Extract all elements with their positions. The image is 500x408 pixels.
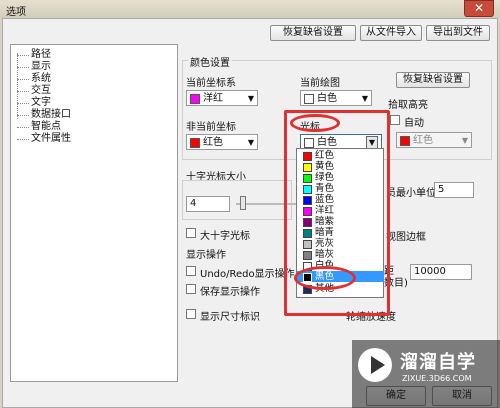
- big-cursor-checkbox[interactable]: [186, 228, 196, 238]
- red-highlight-oval-black: [294, 266, 356, 290]
- current-coord-label: 当前坐标系: [186, 78, 236, 89]
- viewport-border-label: 视图边框: [386, 232, 426, 243]
- pick-highlight-label: 拾取高亮: [388, 100, 428, 111]
- restore-defaults-top-button[interactable]: 恢复缺省设置: [270, 25, 356, 41]
- size-marks-label: 显示尺寸标识: [200, 312, 260, 323]
- tree-connector: [17, 53, 18, 119]
- close-button[interactable]: ✕: [464, 0, 494, 17]
- color-settings-title: 颜色设置: [188, 54, 232, 69]
- undo-redo-label: Undo/Redo显示操作: [200, 269, 295, 280]
- noncurrent-coord-label: 非当前坐标: [186, 122, 236, 133]
- current-plot-value: 白色: [317, 93, 337, 104]
- size-marks-checkbox[interactable]: [186, 309, 196, 319]
- magenta-swatch-icon: [190, 94, 200, 104]
- big-cursor-label: 大十字光标: [200, 231, 250, 242]
- current-plot-combo[interactable]: 白色 ▼: [300, 90, 372, 106]
- red-swatch-icon: [190, 138, 200, 148]
- auto-checkbox[interactable]: [390, 115, 400, 125]
- window-title: 选项: [6, 7, 26, 18]
- restore-colors-button[interactable]: 恢复缺省设置: [396, 72, 470, 88]
- watermark-subtitle: ZIXUE.3D66.COM: [402, 374, 472, 383]
- current-plot-label: 当前绘图: [300, 78, 340, 89]
- chevron-down-icon: ▼: [461, 136, 468, 145]
- watermark-title: 溜溜自学: [400, 352, 476, 373]
- options-tree: 路径 显示 系统 交互 文字 数据接口 智能点 文件属性: [10, 44, 178, 382]
- red-highlight-oval-cursor: [290, 114, 340, 132]
- red-swatch-icon: [400, 136, 410, 146]
- current-coord-value: 洋红: [203, 93, 223, 104]
- export-to-file-button[interactable]: 导出到文件: [426, 25, 490, 41]
- pick-highlight-combo[interactable]: 红色 ▼: [396, 132, 472, 148]
- pick-highlight-value: 红色: [413, 135, 433, 146]
- save-display-label: 保存显示操作: [200, 287, 260, 298]
- min-unit-input[interactable]: 5: [434, 182, 474, 198]
- chevron-down-icon: ▼: [361, 94, 368, 103]
- play-logo-icon: [358, 348, 392, 382]
- import-from-file-button[interactable]: 从文件导入: [360, 25, 422, 41]
- watermark: 溜溜自学 ZIXUE.3D66.COM: [352, 340, 500, 408]
- save-display-checkbox[interactable]: [186, 284, 196, 294]
- min-unit-label: 员最小单位: [386, 188, 436, 199]
- distance-input[interactable]: 10000: [410, 264, 472, 280]
- title-bar: [0, 0, 500, 18]
- chevron-down-icon: ▼: [247, 94, 254, 103]
- display-ops-title: 显示操作: [186, 250, 226, 261]
- auto-label: 自动: [404, 118, 424, 129]
- chevron-down-icon: ▼: [247, 138, 254, 147]
- noncurrent-coord-combo[interactable]: 红色 ▼: [186, 134, 258, 150]
- cursor-size-input[interactable]: 4: [186, 196, 230, 212]
- current-coord-combo[interactable]: 洋红 ▼: [186, 90, 258, 106]
- noncurrent-coord-value: 红色: [203, 137, 223, 148]
- white-swatch-icon: [304, 94, 314, 104]
- cursor-size-slider-thumb[interactable]: [240, 196, 246, 210]
- undo-redo-checkbox[interactable]: [186, 266, 196, 276]
